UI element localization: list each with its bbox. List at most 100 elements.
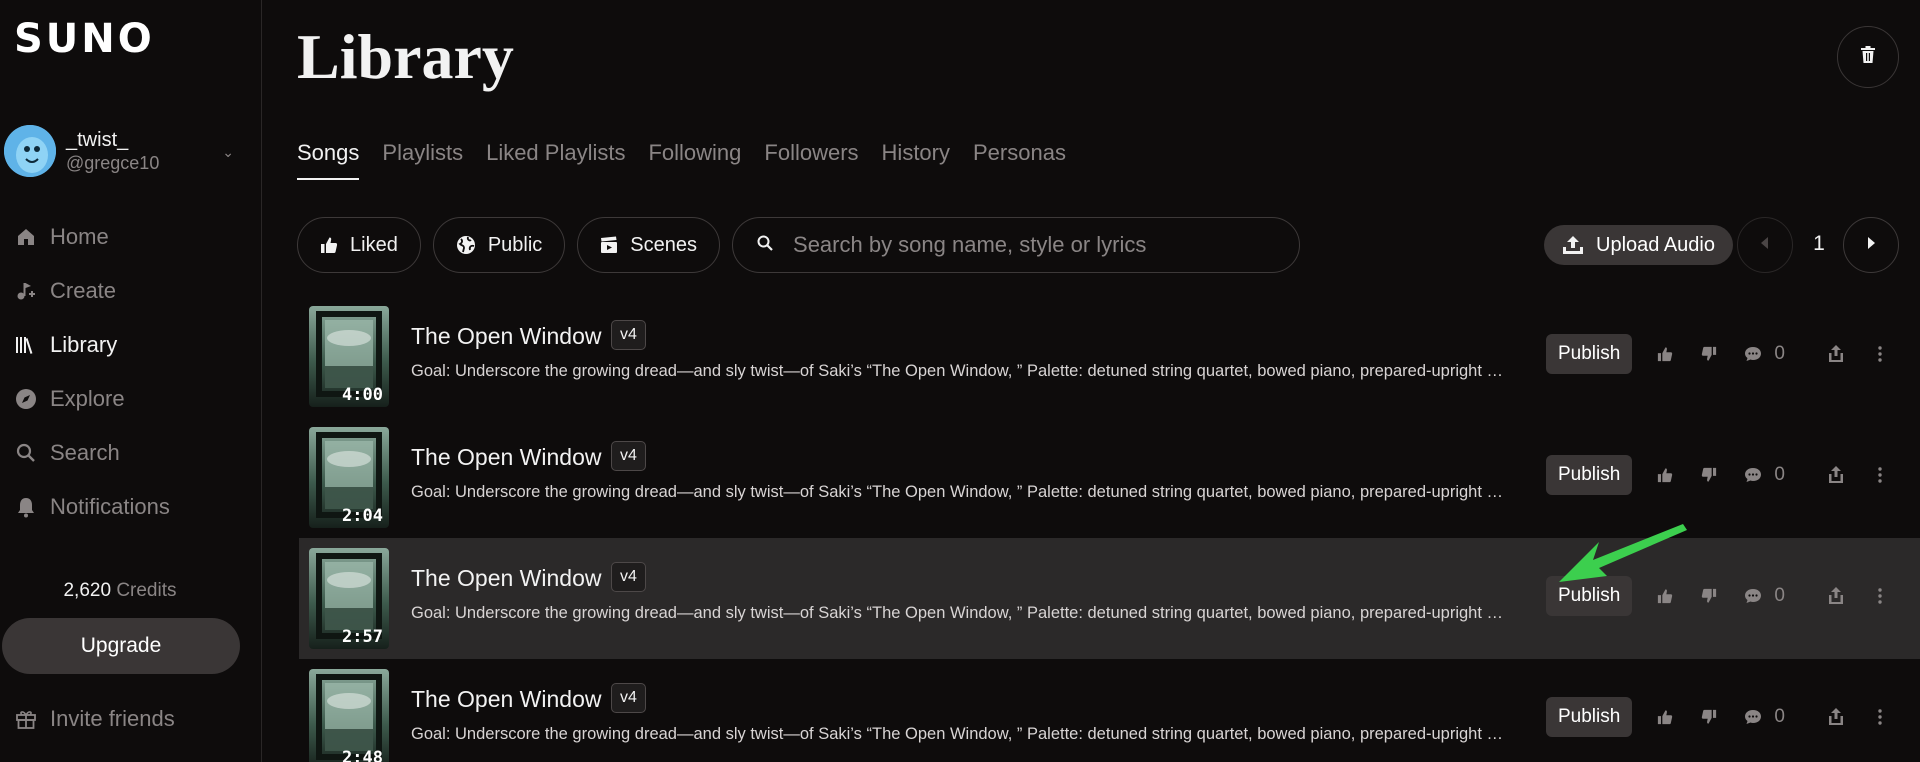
song-description: Goal: Underscore the growing dread—and s…	[411, 483, 1511, 501]
song-duration: 2:48	[342, 748, 383, 762]
song-row[interactable]: 4:00 The Open Window v4 Goal: Underscore…	[299, 296, 1920, 417]
scenes-filter-button[interactable]: Scenes	[577, 217, 721, 273]
suno-logo[interactable]: SUNO	[14, 16, 155, 62]
tab-history[interactable]: History	[882, 140, 950, 180]
thumbs-down-icon[interactable]	[1698, 343, 1720, 365]
public-filter-button[interactable]: Public	[432, 217, 566, 273]
tab-liked-playlists[interactable]: Liked Playlists	[486, 140, 625, 180]
invite-friends-link[interactable]: Invite friends	[14, 706, 175, 732]
thumbs-up-icon[interactable]	[1654, 343, 1676, 365]
song-title[interactable]: The Open Window	[411, 323, 601, 350]
credits-display: 2,620 Credits	[0, 580, 240, 602]
search-icon	[757, 235, 773, 256]
share-icon[interactable]	[1825, 706, 1847, 728]
sidebar-item-home[interactable]: Home	[0, 210, 262, 264]
song-actions: Publish 0	[1546, 697, 1891, 737]
page-number: 1	[1813, 232, 1825, 255]
song-duration: 2:04	[342, 506, 383, 526]
profile-switcher[interactable]: _twist_ @gregce10 ⌄	[4, 124, 244, 178]
liked-filter-button[interactable]: Liked	[297, 217, 421, 273]
thumbs-up-icon[interactable]	[1654, 464, 1676, 486]
sidebar-item-label: Explore	[50, 386, 125, 411]
sidebar-item-explore[interactable]: Explore	[0, 372, 262, 426]
trash-icon	[1860, 45, 1876, 69]
invite-friends-label: Invite friends	[50, 706, 175, 731]
library-icon	[14, 333, 38, 357]
sidebar-item-library[interactable]: Library	[0, 318, 262, 372]
song-title[interactable]: The Open Window	[411, 444, 601, 471]
page-title: Library	[297, 21, 514, 92]
tab-followers[interactable]: Followers	[764, 140, 858, 180]
sidebar-item-search[interactable]: Search	[0, 426, 262, 480]
comment-icon[interactable]	[1742, 706, 1764, 728]
song-search-box	[732, 217, 1301, 273]
next-page-button[interactable]	[1843, 217, 1899, 273]
song-cover[interactable]: 2:57	[309, 548, 389, 649]
search-input[interactable]	[793, 232, 1274, 258]
comment-icon[interactable]	[1742, 464, 1764, 486]
publish-button[interactable]: Publish	[1546, 455, 1633, 495]
chevron-right-icon	[1867, 236, 1875, 254]
song-row[interactable]: 2:48 The Open Window v4 Goal: Underscore…	[299, 659, 1920, 762]
thumbs-down-icon[interactable]	[1698, 464, 1720, 486]
song-title[interactable]: The Open Window	[411, 565, 601, 592]
thumbs-down-icon[interactable]	[1698, 706, 1720, 728]
comment-count: 0	[1774, 706, 1785, 727]
profile-handle: @gregce10	[66, 153, 160, 173]
more-options-icon[interactable]	[1869, 343, 1891, 365]
create-icon	[14, 279, 38, 303]
song-actions: Publish 0	[1546, 455, 1891, 495]
more-options-icon[interactable]	[1869, 585, 1891, 607]
song-duration: 4:00	[342, 385, 383, 405]
thumbs-up-icon	[320, 236, 338, 254]
more-options-icon[interactable]	[1869, 706, 1891, 728]
song-cover[interactable]: 2:48	[309, 669, 389, 762]
comment-icon[interactable]	[1742, 343, 1764, 365]
bell-icon	[14, 495, 38, 519]
song-cover[interactable]: 4:00	[309, 306, 389, 407]
upload-audio-button[interactable]: Upload Audio	[1544, 225, 1733, 265]
model-version-badge: v4	[611, 320, 646, 350]
publish-button[interactable]: Publish	[1546, 697, 1633, 737]
comment-count: 0	[1774, 343, 1785, 364]
tab-playlists[interactable]: Playlists	[382, 140, 463, 180]
sidebar-item-label: Home	[50, 224, 109, 249]
upgrade-button[interactable]: Upgrade	[2, 618, 240, 674]
more-options-icon[interactable]	[1869, 464, 1891, 486]
sidebar-item-label: Library	[50, 332, 118, 357]
globe-icon	[456, 235, 476, 255]
home-icon	[14, 225, 38, 249]
app-window: SUNO _twist_ @gregce10 ⌄ Home Create Lib…	[0, 0, 1920, 762]
tab-personas[interactable]: Personas	[973, 140, 1066, 180]
upload-audio-label: Upload Audio	[1596, 233, 1715, 256]
avatar-character-icon	[4, 125, 56, 177]
song-title[interactable]: The Open Window	[411, 686, 601, 713]
trash-button[interactable]	[1837, 26, 1899, 88]
share-icon[interactable]	[1825, 343, 1847, 365]
previous-page-button[interactable]	[1737, 217, 1793, 273]
thumbs-up-icon[interactable]	[1654, 706, 1676, 728]
song-cover[interactable]: 2:04	[309, 427, 389, 528]
green-arrow-annotation-icon	[1559, 524, 1687, 582]
tab-songs[interactable]: Songs	[297, 140, 360, 180]
credits-label: Credits	[116, 580, 177, 601]
tab-following[interactable]: Following	[648, 140, 741, 180]
sidebar-item-label: Search	[50, 440, 120, 465]
sidebar-nav: Home Create Library Explore Search Notif…	[0, 210, 262, 534]
sidebar-item-label: Create	[50, 278, 117, 303]
sidebar-item-notifications[interactable]: Notifications	[0, 480, 262, 534]
comment-icon[interactable]	[1742, 585, 1764, 607]
clapperboard-icon	[600, 236, 618, 254]
share-icon[interactable]	[1825, 585, 1847, 607]
share-icon[interactable]	[1825, 464, 1847, 486]
sidebar: SUNO _twist_ @gregce10 ⌄ Home Create Lib…	[0, 0, 262, 762]
song-description: Goal: Underscore the growing dread—and s…	[411, 362, 1511, 380]
sidebar-item-create[interactable]: Create	[0, 264, 262, 318]
scenes-filter-label: Scenes	[630, 233, 698, 256]
publish-button[interactable]: Publish	[1546, 334, 1633, 374]
comment-count: 0	[1774, 585, 1785, 606]
model-version-badge: v4	[611, 562, 646, 592]
thumbs-down-icon[interactable]	[1698, 585, 1720, 607]
chevron-down-icon[interactable]: ⌄	[222, 144, 234, 161]
library-tabs: Songs Playlists Liked Playlists Followin…	[297, 140, 1089, 180]
